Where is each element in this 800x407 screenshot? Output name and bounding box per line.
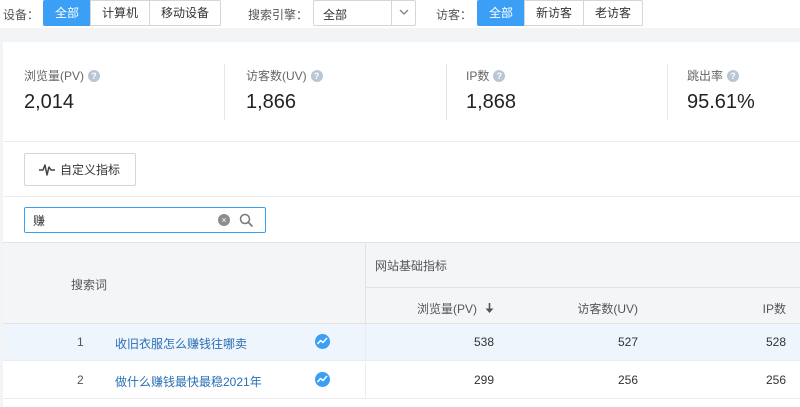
metric-label: IP数	[466, 69, 490, 83]
visitor-option-all[interactable]: 全部	[477, 0, 526, 26]
help-icon[interactable]: ?	[88, 69, 101, 82]
column-divider	[365, 243, 366, 325]
visitor-filter: 全部 新访客 老访客	[477, 0, 644, 26]
table-row[interactable]: 1 收旧衣服怎么赚钱往哪卖 538 527 528	[3, 324, 800, 361]
trend-icon[interactable]	[315, 372, 330, 387]
trend-icon[interactable]	[315, 334, 330, 349]
search-icon[interactable]	[239, 213, 253, 227]
metric-label: 跳出率	[687, 69, 724, 83]
cell-pv: 299	[473, 373, 494, 387]
column-header-ip[interactable]: IP数	[763, 300, 786, 317]
metric-value: 1,868	[466, 91, 517, 113]
clear-icon[interactable]: ×	[218, 214, 230, 226]
column-group-header: 网站基础指标	[375, 259, 448, 273]
table-row[interactable]: 2 做什么赚钱最快最稳2021年 299 256 256	[3, 362, 800, 399]
column-header-pv[interactable]: 浏览量(PV)	[417, 300, 494, 317]
metric-value: 2,014	[24, 91, 75, 113]
cell-ip: 528	[765, 335, 786, 349]
keyword-table: 搜索词 网站基础指标 浏览量(PV) 访客数(UV) IP数 1 收旧衣服怎么赚…	[3, 242, 800, 407]
visitor-filter-label: 访客：	[436, 8, 473, 22]
cell-ip: 256	[765, 373, 786, 387]
custom-metrics-label: 自定义指标	[60, 163, 121, 177]
help-icon[interactable]: ?	[310, 69, 323, 82]
column-divider	[365, 324, 366, 361]
custom-metrics-button[interactable]: 自定义指标	[24, 153, 136, 186]
keyword-link[interactable]: 收旧衣服怎么赚钱往哪卖	[115, 335, 247, 352]
metrics-summary: 浏览量(PV)? 2,014 访客数(UV)? 1,866 IP数? 1,868…	[3, 42, 800, 142]
metric-label: 访客数(UV)	[246, 69, 307, 83]
cell-uv: 527	[617, 335, 638, 349]
row-rank: 2	[77, 373, 84, 387]
keyword-link[interactable]: 做什么赚钱最快最稳2021年	[115, 373, 262, 390]
column-header-keyword[interactable]: 搜索词	[71, 276, 107, 293]
waveform-icon	[39, 163, 55, 176]
sort-down-icon[interactable]	[485, 303, 494, 314]
device-option-all[interactable]: 全部	[43, 0, 92, 26]
column-divider	[365, 362, 366, 399]
header-divider	[365, 287, 800, 288]
filter-bar: 设备： 全部 计算机 移动设备 搜索引擎： 全部 访客： 全部 新访客 老访客	[0, 0, 800, 28]
engine-select-value: 全部	[323, 8, 348, 22]
metric-divider	[446, 64, 447, 120]
device-filter: 全部 计算机 移动设备	[43, 0, 222, 26]
device-option-computer[interactable]: 计算机	[90, 0, 151, 26]
visitor-option-returning[interactable]: 老访客	[583, 0, 644, 26]
engine-filter-label: 搜索引擎：	[248, 8, 309, 22]
metric-label: 浏览量(PV)	[24, 69, 85, 83]
engine-select[interactable]: 全部	[313, 0, 416, 26]
cell-pv: 538	[473, 335, 494, 349]
device-filter-label: 设备：	[3, 8, 40, 22]
visitor-option-new[interactable]: 新访客	[524, 0, 585, 26]
metric-divider	[667, 64, 668, 120]
chevron-down-icon[interactable]	[391, 1, 415, 25]
device-option-mobile[interactable]: 移动设备	[149, 0, 222, 26]
keyword-search-input[interactable]	[33, 212, 213, 228]
keyword-search-box: ×	[24, 207, 266, 233]
table-header: 搜索词 网站基础指标 浏览量(PV) 访客数(UV) IP数	[3, 242, 800, 325]
metric-value: 95.61%	[687, 91, 755, 113]
help-icon[interactable]: ?	[493, 69, 506, 82]
metric-divider	[224, 64, 225, 120]
report-panel: 浏览量(PV)? 2,014 访客数(UV)? 1,866 IP数? 1,868…	[3, 42, 800, 407]
help-icon[interactable]: ?	[727, 69, 740, 82]
section-divider	[3, 196, 800, 197]
cell-uv: 256	[617, 373, 638, 387]
metric-value: 1,866	[246, 91, 297, 113]
column-header-pv-label: 浏览量(PV)	[416, 302, 477, 316]
row-rank: 1	[77, 335, 84, 349]
column-header-uv[interactable]: 访客数(UV)	[577, 300, 638, 317]
